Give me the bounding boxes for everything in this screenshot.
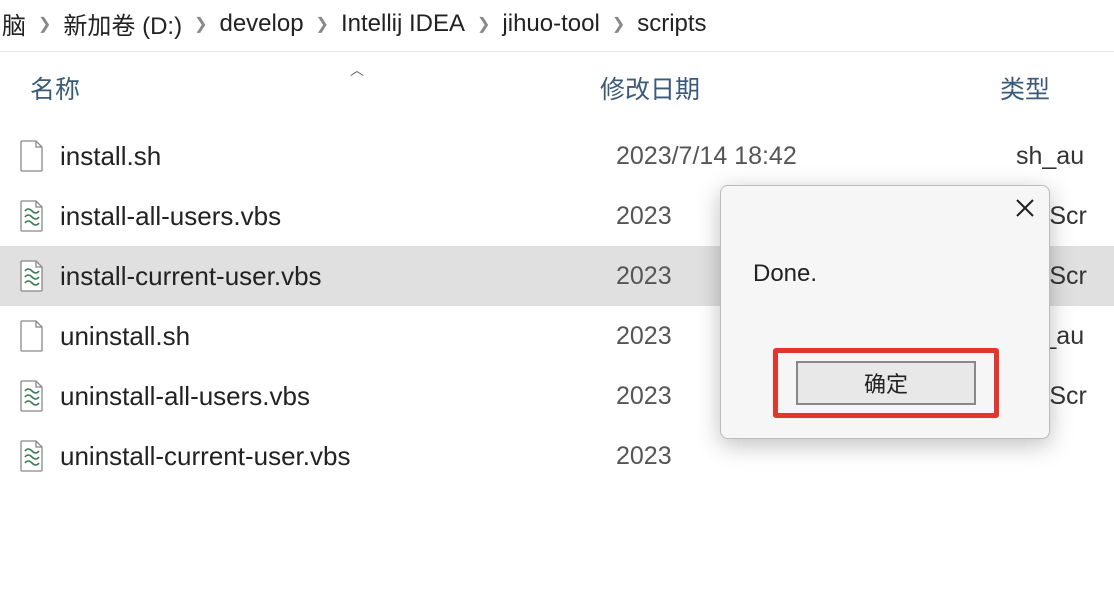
file-name: install-all-users.vbs bbox=[60, 201, 616, 232]
column-header-name[interactable]: 名称 ︿ bbox=[30, 70, 600, 106]
chevron-right-icon: ❯ bbox=[194, 14, 207, 34]
close-icon[interactable] bbox=[1015, 198, 1035, 218]
breadcrumb-item[interactable]: 脑 bbox=[2, 6, 26, 41]
column-headers: 名称 ︿ 修改日期 类型 bbox=[0, 52, 1114, 124]
chevron-right-icon: ❯ bbox=[477, 14, 490, 34]
file-date: 2023/7/14 18:42 bbox=[616, 142, 1016, 171]
file-name: uninstall.sh bbox=[60, 321, 616, 352]
breadcrumb-item[interactable]: jihuo-tool bbox=[502, 10, 599, 38]
chevron-right-icon: ❯ bbox=[316, 14, 329, 34]
file-icon bbox=[18, 140, 46, 172]
file-row[interactable]: install.sh2023/7/14 18:42sh_au bbox=[0, 126, 1114, 186]
chevron-right-icon: ❯ bbox=[38, 14, 51, 34]
ok-button[interactable]: 确定 bbox=[796, 361, 976, 405]
file-name: install-current-user.vbs bbox=[60, 261, 616, 292]
breadcrumb-item[interactable]: develop bbox=[219, 10, 303, 38]
file-name: uninstall-current-user.vbs bbox=[60, 441, 616, 472]
script-file-icon bbox=[18, 440, 46, 472]
column-header-date[interactable]: 修改日期 bbox=[600, 70, 1000, 106]
file-name: uninstall-all-users.vbs bbox=[60, 381, 616, 412]
breadcrumb-item[interactable]: 新加卷 (D:) bbox=[63, 6, 182, 41]
breadcrumb-item[interactable]: scripts bbox=[637, 10, 706, 38]
sort-ascending-icon: ︿ bbox=[350, 60, 364, 80]
breadcrumb-bar: 脑 ❯ 新加卷 (D:) ❯ develop ❯ Intellij IDEA ❯… bbox=[0, 0, 1114, 52]
file-name: install.sh bbox=[60, 141, 616, 172]
script-file-icon bbox=[18, 200, 46, 232]
message-dialog: Done. 确定 bbox=[720, 185, 1050, 439]
dialog-message: Done. bbox=[753, 260, 1033, 288]
highlight-annotation: 确定 bbox=[773, 348, 999, 418]
script-file-icon bbox=[18, 380, 46, 412]
file-icon bbox=[18, 320, 46, 352]
dialog-footer: 确定 bbox=[739, 348, 1033, 418]
column-label: 名称 bbox=[30, 76, 80, 104]
column-header-type[interactable]: 类型 bbox=[1000, 70, 1114, 106]
file-date: 2023 bbox=[616, 442, 1016, 471]
breadcrumb-item[interactable]: Intellij IDEA bbox=[341, 10, 465, 38]
file-type: sh_au bbox=[1016, 142, 1114, 171]
chevron-right-icon: ❯ bbox=[612, 14, 625, 34]
script-file-icon bbox=[18, 260, 46, 292]
